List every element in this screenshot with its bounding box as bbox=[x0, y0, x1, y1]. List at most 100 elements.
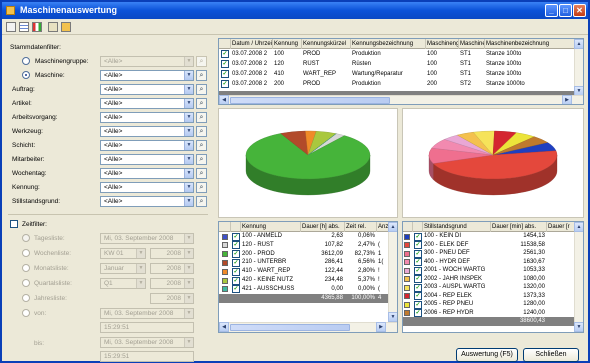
col-kennung[interactable]: Kennung bbox=[241, 222, 301, 232]
row-checkbox[interactable]: ✓ bbox=[232, 241, 240, 250]
auftrag-search-icon[interactable]: ⌕ bbox=[196, 84, 207, 95]
kennung-hscroll[interactable]: ◀ ▶ bbox=[219, 322, 397, 332]
table-row[interactable]: ✓ 03.07.2008 2 100 PROD Produktion 100 ST1 Stan… bbox=[219, 50, 575, 59]
col-maschinenbezeichnung[interactable]: Maschinenbezeichnung bbox=[485, 39, 575, 49]
row-checkbox[interactable]: ✓ bbox=[414, 249, 422, 258]
artikel-combo[interactable]: <Alle> ▼ bbox=[100, 98, 194, 109]
von-date-combo[interactable]: Mi, 03. September 2008 ▼ bbox=[100, 308, 194, 319]
col-dauer-min[interactable]: Dauer [min] abs. bbox=[491, 222, 547, 232]
scroll-thumb[interactable] bbox=[230, 97, 390, 104]
grid-icon[interactable] bbox=[19, 22, 29, 32]
kennung-vscroll[interactable]: ▲ ▼ bbox=[388, 222, 397, 322]
col-kennungsbezeichnung[interactable]: Kennungsbezeichnung bbox=[351, 39, 426, 49]
col-maschinengruppe[interactable]: Maschinengruppe bbox=[426, 39, 459, 49]
werkzeug-combo[interactable]: <Alle> ▼ bbox=[100, 126, 194, 137]
export-icon[interactable] bbox=[48, 22, 58, 32]
werkzeug-search-icon[interactable]: ⌕ bbox=[196, 126, 207, 137]
jahresliste-radio[interactable] bbox=[22, 294, 30, 302]
col-dauer[interactable]: Dauer [h] abs. bbox=[301, 222, 345, 232]
maschinengruppe-combo[interactable]: <Alle> ▼ bbox=[100, 56, 194, 67]
close-button[interactable]: ✕ bbox=[573, 4, 586, 17]
col-kennung[interactable]: Kennung bbox=[273, 39, 302, 49]
quartalsliste-radio[interactable] bbox=[22, 279, 30, 287]
tagesliste-radio[interactable] bbox=[22, 234, 30, 242]
scroll-thumb[interactable] bbox=[230, 324, 350, 331]
table-row[interactable]: ✓ 100 - ANMELD 2,63 0,06% bbox=[219, 232, 389, 241]
row-checkbox[interactable]: ✓ bbox=[414, 283, 422, 292]
table-row[interactable]: ✓ 120 - RÜST 107,82 2,47%( bbox=[219, 241, 389, 250]
scroll-up-icon[interactable]: ▲ bbox=[574, 39, 583, 49]
table-row[interactable]: ✓ 2003 - AUSPL WARTG 1320,00 bbox=[403, 283, 575, 292]
wochenliste-radio[interactable] bbox=[22, 249, 30, 257]
von-radio[interactable] bbox=[22, 309, 30, 317]
table-row[interactable]: ✓ 100 - KEIN DI 1454,13 bbox=[403, 232, 575, 241]
stillstandsgrund-search-icon[interactable]: ⌕ bbox=[196, 196, 207, 207]
stillstandsgrund-combo[interactable]: <Alle> ▼ bbox=[100, 196, 194, 207]
wochentag-combo[interactable]: <Alle> ▼ bbox=[100, 168, 194, 179]
kennung-combo[interactable]: <Alle> ▼ bbox=[100, 182, 194, 193]
row-checkbox[interactable]: ✓ bbox=[232, 285, 240, 294]
maschine-radio[interactable] bbox=[22, 71, 30, 79]
row-checkbox[interactable]: ✓ bbox=[221, 60, 229, 68]
jahresliste-year-combo[interactable]: 2008 ▼ bbox=[150, 293, 194, 304]
table-row[interactable]: ✓ 03.07.2008 2 200 PROD Produktion 200 ST2 Stan… bbox=[219, 80, 575, 89]
row-checkbox[interactable]: ✓ bbox=[414, 258, 422, 266]
table-row[interactable]: ✓ 200 - ELEK DEF 11538,58 bbox=[403, 241, 575, 249]
table-row[interactable]: ✓ 2002 - JAHR INSPEK 1080,00 bbox=[403, 275, 575, 283]
row-checkbox[interactable]: ✓ bbox=[414, 232, 422, 241]
table-row[interactable]: ✓ 03.07.2008 2 410 WART_REP Wartung/Reparatu… bbox=[219, 70, 575, 79]
quartalsliste-year-combo[interactable]: 2008 ▼ bbox=[150, 278, 194, 289]
quartalsliste-combo[interactable]: Q1 ▼ bbox=[100, 278, 146, 289]
chart-icon[interactable] bbox=[32, 22, 42, 32]
scroll-down-icon[interactable]: ▼ bbox=[574, 322, 583, 332]
row-checkbox[interactable]: ✓ bbox=[414, 292, 422, 300]
grund-vscroll[interactable]: ▲ ▼ bbox=[574, 222, 583, 332]
arbeitsvorgang-search-icon[interactable]: ⌕ bbox=[196, 112, 207, 123]
table-row[interactable]: ✓ 2005 - REP PNEU 1280,00 bbox=[403, 300, 575, 309]
table-row[interactable]: ✓ 421 - AUSSCHUSS 0,00 0,00%( bbox=[219, 285, 389, 294]
col-datum[interactable]: Datum / Uhrzeit bbox=[231, 39, 273, 49]
row-checkbox[interactable]: ✓ bbox=[232, 258, 240, 267]
bis-date-combo[interactable]: Mi, 03. September 2008 ▼ bbox=[100, 337, 194, 348]
zeitfilter-checkbox[interactable] bbox=[10, 220, 18, 228]
scroll-up-icon[interactable]: ▲ bbox=[388, 222, 397, 232]
scroll-right-icon[interactable]: ▶ bbox=[376, 322, 386, 332]
tagesliste-combo[interactable]: Mi, 03. September 2008 ▼ bbox=[100, 233, 194, 244]
row-checkbox[interactable]: ✓ bbox=[232, 267, 240, 276]
records-hscroll[interactable]: ◀ ▶ bbox=[219, 95, 583, 104]
schliessen-button[interactable]: Schließen bbox=[523, 348, 579, 362]
col-maschine[interactable]: Maschine bbox=[459, 39, 485, 49]
maschine-combo[interactable]: <Alle> ▼ bbox=[100, 70, 194, 81]
col-zeit-rel[interactable]: Zeit rel. bbox=[345, 222, 377, 232]
kennung-pie-chart[interactable] bbox=[219, 109, 397, 217]
new-icon[interactable] bbox=[6, 22, 16, 32]
table-row[interactable]: ✓ 03.07.2008 2 120 RÜST Rüsten 100 ST1 Stanze 1… bbox=[219, 60, 575, 69]
artikel-search-icon[interactable]: ⌕ bbox=[196, 98, 207, 109]
col-dauer-rel[interactable]: Dauer [r bbox=[547, 222, 575, 232]
row-checkbox[interactable]: ✓ bbox=[414, 309, 422, 317]
maschinengruppe-radio[interactable] bbox=[22, 57, 30, 65]
filter-icon[interactable] bbox=[61, 22, 71, 32]
schicht-search-icon[interactable]: ⌕ bbox=[196, 140, 207, 151]
row-checkbox[interactable]: ✓ bbox=[414, 266, 422, 275]
row-checkbox[interactable]: ✓ bbox=[221, 50, 229, 58]
maximize-button[interactable]: □ bbox=[559, 4, 572, 17]
row-checkbox[interactable]: ✓ bbox=[221, 80, 229, 88]
monatsliste-radio[interactable] bbox=[22, 264, 30, 272]
row-checkbox[interactable]: ✓ bbox=[414, 241, 422, 249]
row-checkbox[interactable]: ✓ bbox=[414, 300, 422, 309]
von-time-field[interactable]: 15:29:51 bbox=[100, 322, 194, 333]
auftrag-combo[interactable]: <Alle> ▼ bbox=[100, 84, 194, 95]
scroll-down-icon[interactable]: ▼ bbox=[388, 312, 397, 322]
wochenliste-combo[interactable]: KW 01 ▼ bbox=[100, 248, 146, 259]
auswertung-button[interactable]: Auswertung (F5) bbox=[456, 348, 518, 362]
monatsliste-year-combo[interactable]: 2008 ▼ bbox=[150, 263, 194, 274]
scroll-up-icon[interactable]: ▲ bbox=[574, 222, 583, 232]
row-checkbox[interactable]: ✓ bbox=[232, 250, 240, 259]
row-checkbox[interactable]: ✓ bbox=[221, 70, 229, 78]
table-row[interactable]: ✓ 2006 - REP HYDR 1240,00 bbox=[403, 309, 575, 317]
maschine-search-icon[interactable]: ⌕ bbox=[196, 70, 207, 81]
title-bar[interactable]: Maschinenauswertung _ □ ✕ bbox=[2, 2, 588, 19]
wochentag-search-icon[interactable]: ⌕ bbox=[196, 168, 207, 179]
grund-pie-chart[interactable] bbox=[403, 109, 583, 217]
